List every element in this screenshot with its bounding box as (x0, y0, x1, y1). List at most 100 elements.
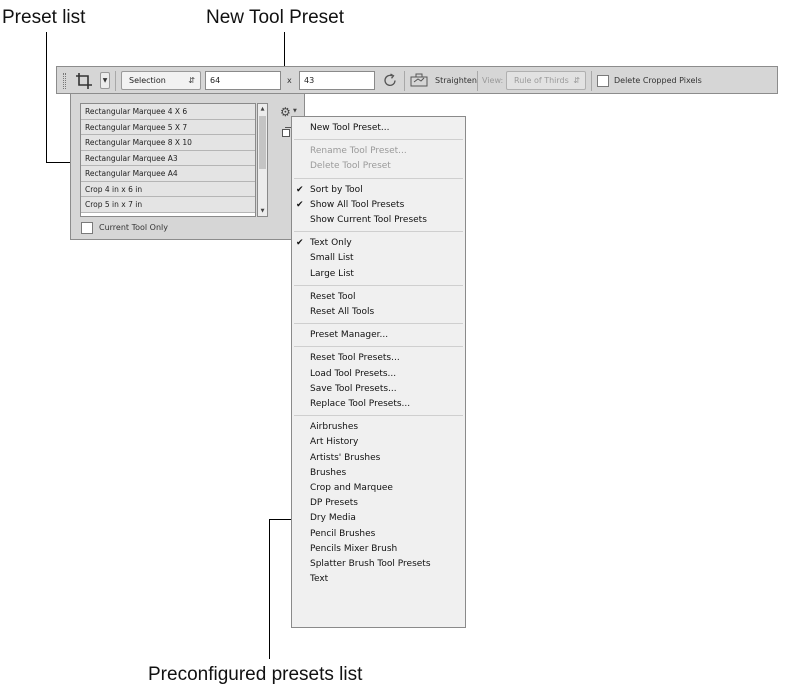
view-label: View: (482, 76, 504, 85)
scroll-up-arrow-icon[interactable]: ▲ (258, 104, 267, 114)
menu-separator (294, 415, 463, 417)
callout-line (269, 519, 270, 659)
menu-item-label: New Tool Preset... (310, 123, 390, 133)
preset-list-item[interactable]: Rectangular Marquee 4 X 6 (81, 104, 255, 120)
menu-item-label: Reset Tool (310, 291, 356, 302)
menu-item-label: Show All Tool Presets (310, 199, 405, 210)
delete-cropped-pixels-label: Delete Cropped Pixels (614, 76, 702, 85)
view-select-value: Rule of Thirds (514, 76, 569, 85)
divider (404, 71, 405, 91)
menu-item-label: Pencil Brushes (310, 528, 376, 539)
menu-item[interactable]: ✔ Sort by Tool (292, 183, 465, 198)
ratio-select-value: Selection (129, 76, 166, 85)
options-bar: ▼ Selection ⇵ 64 x 43 Straighten View: R… (56, 66, 778, 94)
menu-item[interactable]: Reset All Tools (292, 305, 465, 320)
menu-item: Rename Tool Preset... (292, 144, 465, 159)
preset-list-item[interactable]: Rectangular Marquee A3 (81, 150, 255, 166)
menu-item[interactable]: Reset Tool Presets... (292, 351, 465, 366)
menu-item[interactable]: Airbrushes (292, 420, 465, 435)
rotate-icon[interactable] (381, 71, 399, 90)
menu-item-label: Save Tool Presets... (310, 383, 397, 394)
ratio-select[interactable]: Selection ⇵ (121, 71, 201, 90)
callout-new-tool-preset: New Tool Preset (206, 7, 344, 28)
menu-item[interactable]: Load Tool Presets... (292, 367, 465, 382)
scroll-down-arrow-icon[interactable]: ▼ (258, 206, 267, 216)
delete-cropped-pixels-checkbox[interactable] (597, 75, 609, 87)
preset-list-item[interactable]: Crop 4 in x 6 in (81, 181, 255, 197)
menu-item[interactable]: ✔ Text Only (292, 236, 465, 251)
menu-item-label: Reset All Tools (310, 307, 375, 317)
menu-item-label: Airbrushes (310, 422, 359, 433)
tool-presets-panel: Rectangular Marquee 4 X 6 Rectangular Mar… (70, 94, 305, 240)
menu-item[interactable]: Replace Tool Presets... (292, 397, 465, 412)
menu-item[interactable]: Reset Tool (292, 290, 465, 305)
menu-item[interactable]: Artists' Brushes (292, 451, 465, 466)
menu-item-label: Dry Media (310, 513, 356, 524)
chevron-down-icon[interactable]: ▼ (293, 108, 297, 114)
callout-line (269, 519, 292, 520)
menu-item[interactable]: Save Tool Presets... (292, 382, 465, 397)
options-bar-grip[interactable] (63, 73, 66, 89)
updown-arrows-icon: ⇵ (188, 76, 195, 85)
menu-item[interactable]: ✔ Show All Tool Presets (292, 198, 465, 213)
checkmark-icon: ✔ (296, 199, 304, 210)
scrollbar-thumb[interactable] (259, 116, 266, 169)
view-select[interactable]: Rule of Thirds ⇵ (506, 71, 586, 90)
menu-separator (294, 139, 463, 141)
menu-separator (294, 284, 463, 286)
menu-item[interactable]: Pencil Brushes (292, 527, 465, 542)
menu-item-label: Load Tool Presets... (310, 368, 397, 379)
preset-list-scrollbar[interactable]: ▲ ▼ (257, 103, 268, 217)
gear-icon[interactable]: ⚙ (280, 105, 291, 119)
preset-list-item[interactable]: Rectangular Marquee 8 X 10 (81, 135, 255, 151)
menu-item[interactable]: Small List (292, 251, 465, 266)
straighten-icon[interactable] (409, 71, 429, 90)
menu-separator (294, 346, 463, 348)
menu-item-label: Art History (310, 437, 359, 448)
menu-item[interactable]: Text (292, 572, 465, 587)
menu-item[interactable]: Preset Manager... (292, 328, 465, 343)
tool-presets-menu: New Tool Preset... Rename Tool Preset... D… (291, 116, 466, 628)
tool-preset-picker-button[interactable]: ▼ (100, 72, 110, 89)
menu-item-label: Splatter Brush Tool Presets (310, 559, 431, 569)
menu-item-label: Replace Tool Presets... (310, 399, 411, 409)
checkmark-icon: ✔ (296, 184, 304, 195)
menu-item[interactable]: Large List (292, 267, 465, 282)
preset-list[interactable]: Rectangular Marquee 4 X 6 Rectangular Mar… (80, 103, 256, 217)
menu-separator (294, 231, 463, 233)
preset-list-item[interactable]: Rectangular Marquee 5 X 7 (81, 119, 255, 135)
preset-list-item[interactable]: Crop 5 in x 7 in (81, 197, 255, 213)
menu-item-label: DP Presets (310, 498, 358, 509)
menu-item[interactable]: Dry Media (292, 511, 465, 526)
divider (477, 71, 478, 91)
current-tool-only-checkbox[interactable] (81, 222, 93, 234)
menu-item[interactable]: New Tool Preset... (292, 121, 465, 136)
menu-item-label: Large List (310, 268, 354, 279)
crop-icon[interactable] (75, 72, 93, 90)
menu-item[interactable]: Brushes (292, 466, 465, 481)
menu-item[interactable]: Splatter Brush Tool Presets (292, 557, 465, 572)
menu-item-label: Text (310, 574, 329, 585)
checkmark-icon: ✔ (296, 238, 304, 249)
menu-item[interactable]: Art History (292, 435, 465, 450)
menu-item[interactable]: Crop and Marquee (292, 481, 465, 496)
menu-item-label: Pencils Mixer Brush (310, 543, 398, 554)
menu-item-label: Small List (310, 253, 354, 264)
straighten-label[interactable]: Straighten (435, 72, 477, 89)
times-label: x (287, 76, 292, 85)
menu-item-label: Sort by Tool (310, 184, 363, 195)
menu-item[interactable]: Pencils Mixer Brush (292, 542, 465, 557)
width-input[interactable]: 64 (205, 71, 281, 90)
preset-list-item[interactable]: Rectangular Marquee A4 (81, 166, 255, 182)
menu-item[interactable]: Show Current Tool Presets (292, 213, 465, 228)
divider (115, 71, 116, 91)
menu-item-label: Artists' Brushes (310, 452, 381, 463)
menu-item[interactable]: DP Presets (292, 496, 465, 511)
menu-item-label: Delete Tool Preset (310, 161, 391, 172)
current-tool-only-label: Current Tool Only (99, 223, 168, 232)
menu-item-label: Reset Tool Presets... (310, 353, 400, 364)
height-input[interactable]: 43 (299, 71, 375, 90)
menu-item-label: Rename Tool Preset... (310, 146, 407, 157)
menu-separator (294, 323, 463, 325)
callout-preconfigured-presets: Preconfigured presets list (148, 664, 363, 685)
